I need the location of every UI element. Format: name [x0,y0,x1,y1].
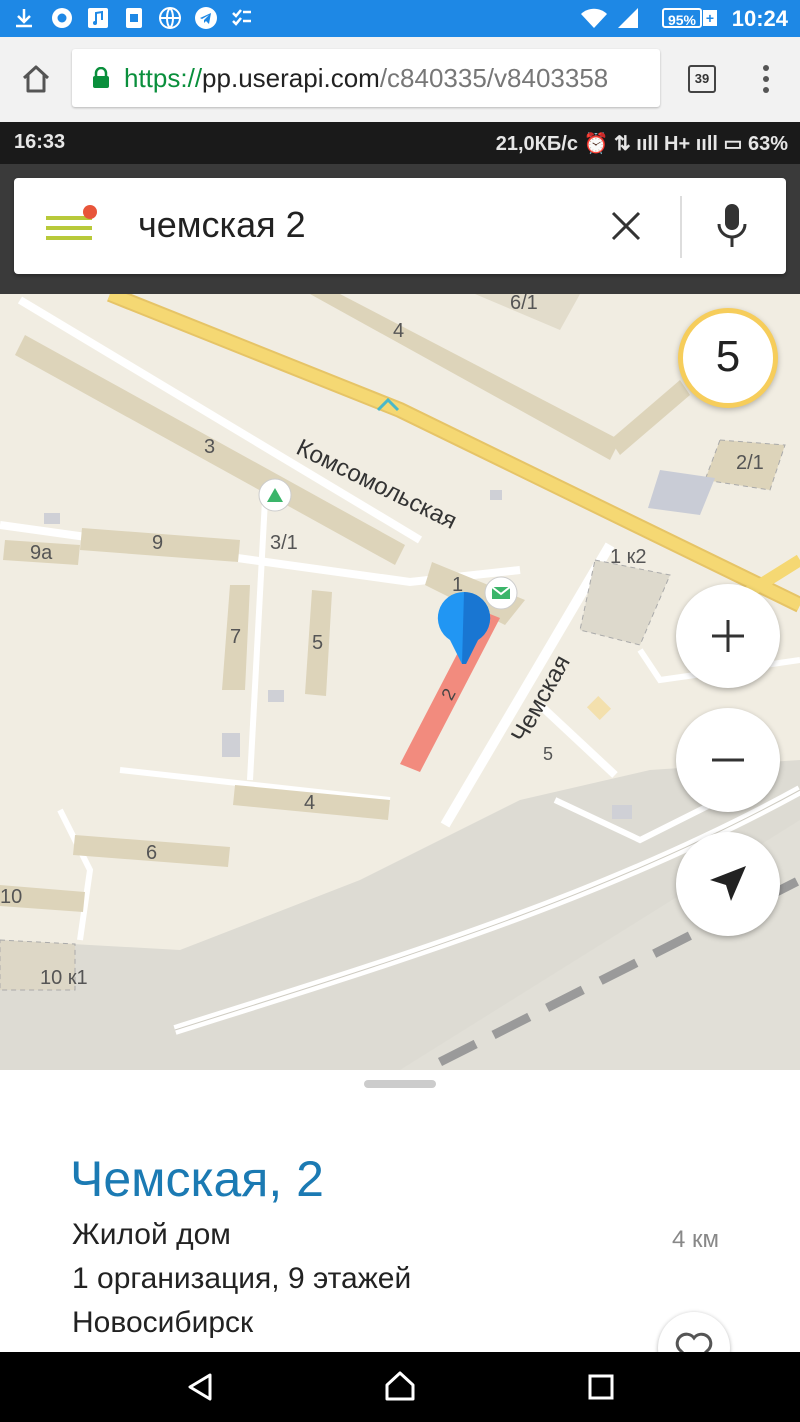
bus-stop-poi-icon[interactable] [374,396,402,436]
sim-icon [126,8,142,28]
house-label: 6 [146,842,158,864]
house-label: 10 к1 [40,967,88,989]
house-label: 2/1 [736,452,764,474]
location-pin-icon[interactable] [436,590,492,666]
url-path: /c840335/v8403358 [379,63,609,93]
house-label: 1 к2 [610,546,647,568]
house-label: 4 [393,320,405,342]
overflow-menu-icon[interactable] [758,63,774,95]
download-icon [16,9,32,28]
music-icon [88,8,108,28]
place-city: Новосибирск [72,1306,254,1339]
charging-icon: + [703,10,717,26]
my-location-button[interactable] [676,832,780,936]
lock-icon [93,67,109,88]
telegram-icon [195,7,217,29]
back-icon[interactable] [186,1372,214,1402]
house-label: 10 [0,886,23,908]
address-bar[interactable]: https://pp.userapi.com/c840335/v8403358 [72,49,660,107]
traffic-level-button[interactable]: 5 [678,308,778,408]
url-text: https://pp.userapi.com/c840335/v8403358 [124,63,608,94]
house-label: 1 [452,574,464,596]
menu-icon[interactable] [44,204,114,248]
wifi-icon [581,8,607,28]
map-view[interactable]: Комсомольская Чемская 4 6/1 3 3/1 2/1 1 … [0,294,800,1070]
plus-icon [712,620,744,652]
minus-icon [712,758,744,762]
home-nav-icon[interactable] [384,1370,416,1402]
place-title: Чемская, 2 [70,1151,324,1207]
place-type: Жилой дом [72,1218,231,1251]
screenshot-status-icons: 21,0КБ/с ⏰ ⇅ ııll H+ ııll ▭ 63% [495,133,788,155]
tab-switcher-button[interactable]: 39 [688,65,716,93]
house-label: 9а [30,542,53,564]
url-host: pp.userapi.com [202,63,380,93]
home-icon[interactable] [20,63,52,95]
search-divider [680,196,682,258]
navigation-bar [0,1352,800,1422]
clear-icon[interactable] [610,210,642,242]
house-label: 5 [312,632,324,654]
microphone-icon[interactable] [714,202,750,252]
house-label: 3/1 [270,532,298,554]
place-info: 1 организация, 9 этажей [72,1262,412,1295]
screenshot-status-bar: 16:33 21,0КБ/с ⏰ ⇅ ııll H+ ııll ▭ 63% [0,122,800,164]
url-scheme: https:// [124,63,203,93]
house-label: 5 [543,744,554,764]
house-label: 3 [204,436,216,458]
checklist-icon [232,9,251,26]
house-label: 4 [304,792,316,814]
chrome-icon [52,8,72,28]
search-input[interactable]: чемская 2 [138,204,306,246]
drag-handle[interactable] [364,1080,436,1088]
place-distance: 4 км [672,1226,720,1253]
screenshot-time: 16:33 [14,131,66,153]
battery-indicator: 95% [662,8,702,28]
device-time: 10:24 [731,6,788,31]
house-label: 6/1 [510,294,538,314]
signal-icon [618,8,638,28]
search-bar[interactable]: чемская 2 [14,178,786,274]
navigation-arrow-icon [710,866,746,901]
recents-icon[interactable] [588,1374,614,1400]
pharmacy-poi-icon[interactable] [258,478,292,512]
device-status-bar: 95% + 10:24 [0,0,800,37]
house-label: 7 [230,626,242,648]
browser-toolbar: https://pp.userapi.com/c840335/v8403358 … [0,37,800,123]
zoom-in-button[interactable] [676,584,780,688]
house-label: 9 [152,532,164,554]
place-card[interactable]: Чемская, 2 Жилой дом 1 организация, 9 эт… [0,1070,800,1384]
globe-icon [159,7,181,29]
zoom-out-button[interactable] [676,708,780,812]
